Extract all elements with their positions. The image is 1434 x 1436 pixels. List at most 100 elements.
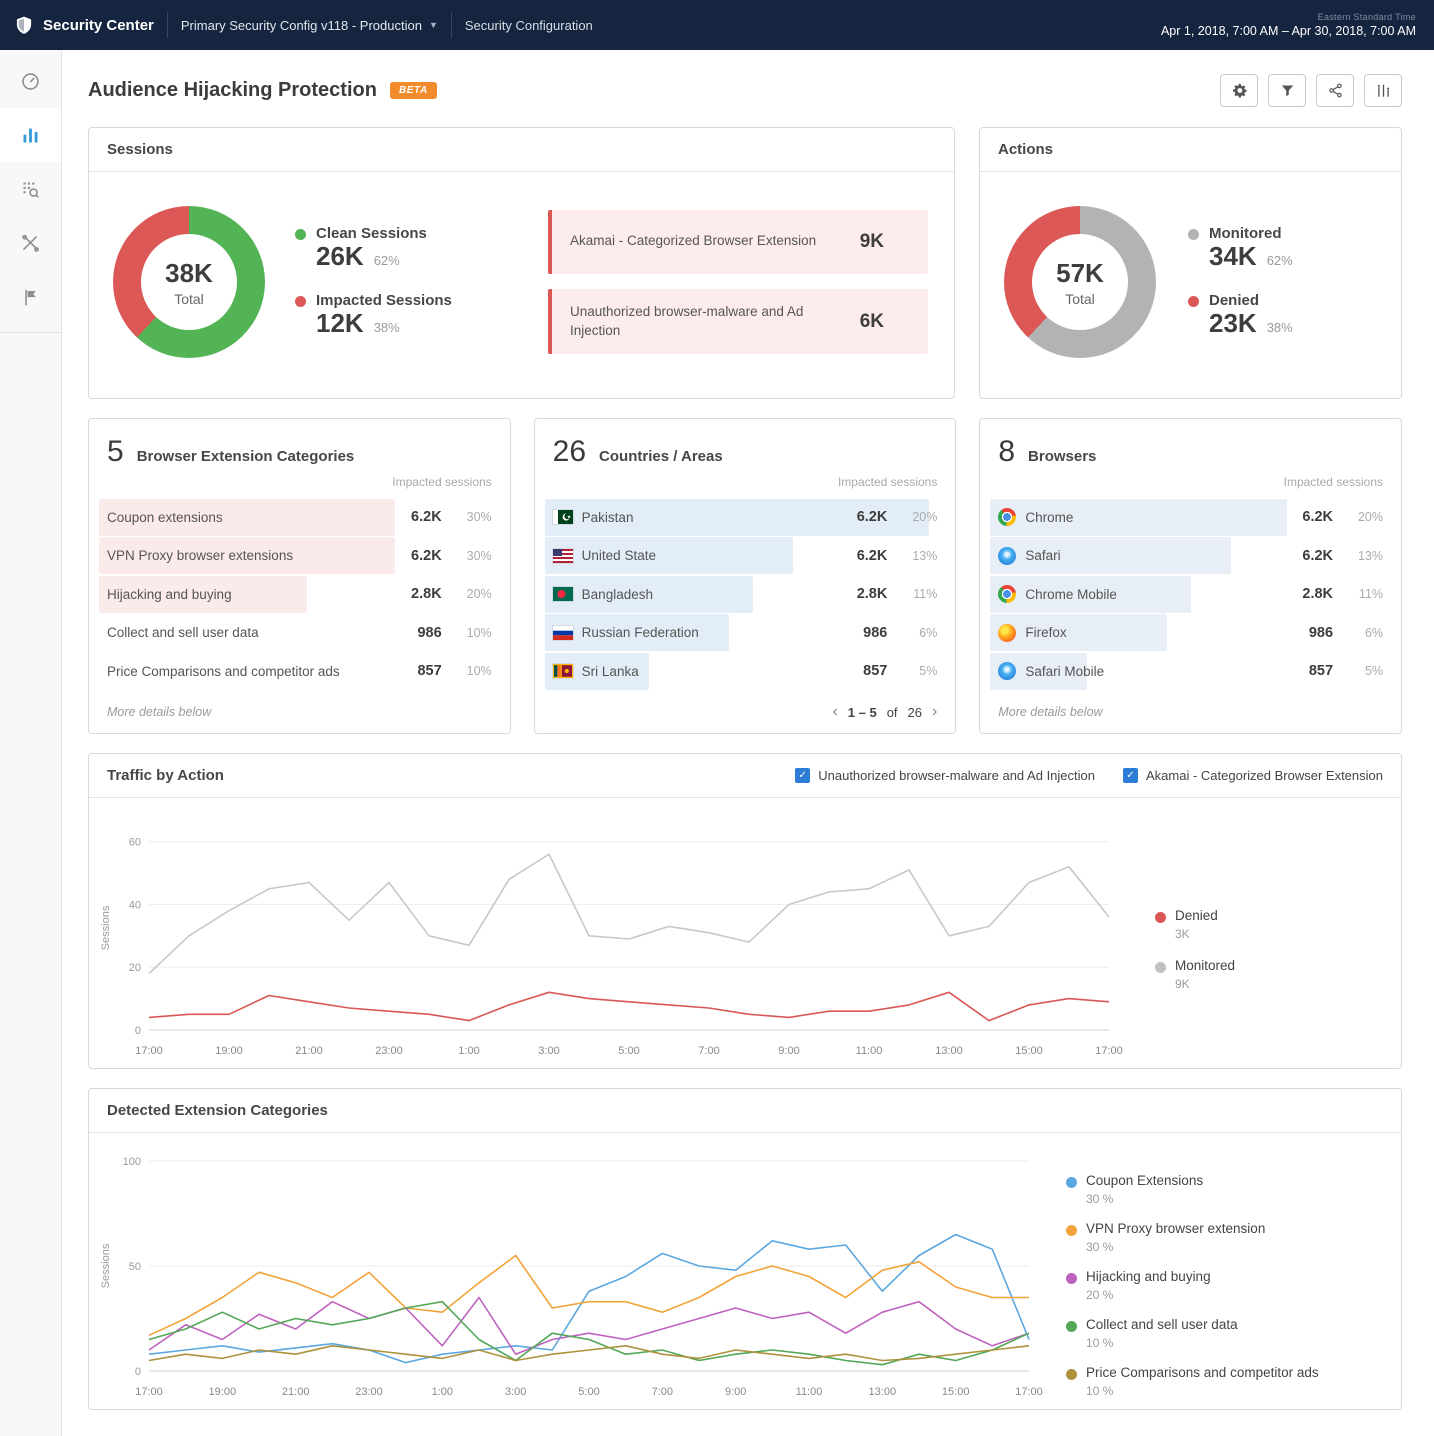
traffic-filter-checkbox[interactable]: ✓Akamai - Categorized Browser Extension [1123, 768, 1383, 783]
pagination: ‹ 1 – 5 of 26 › [535, 691, 956, 733]
row-pct: 11% [1333, 587, 1383, 601]
main-content: Audience Hijacking Protection BETA Sessi… [62, 50, 1434, 1434]
row-label: Safari [1025, 548, 1060, 563]
detected-chart-legend: Coupon Extensions30 % VPN Proxy browser e… [1058, 1147, 1393, 1405]
donut-center: 38K Total [141, 234, 237, 330]
sessions-card-title: Sessions [89, 128, 954, 172]
shield-logo-icon [14, 15, 34, 35]
traffic-filter-checkbox[interactable]: ✓Unauthorized browser-malware and Ad Inj… [795, 768, 1095, 783]
breakdown-box[interactable]: Akamai - Categorized Browser Extension 9… [548, 210, 928, 274]
sidebar-item-dashboard[interactable] [0, 54, 61, 108]
legend-value: 10 % [1086, 1336, 1238, 1350]
app-brand[interactable]: Security Center [14, 15, 154, 35]
category-row[interactable]: Price Comparisons and competitor ads8571… [99, 653, 500, 690]
browsers-title: Browsers [1028, 448, 1096, 465]
chrome-icon [998, 585, 1016, 603]
breakdown-box[interactable]: Unauthorized browser-malware and Ad Inje… [548, 289, 928, 355]
settings-button[interactable] [1220, 74, 1258, 107]
country-row[interactable]: Pakistan6.2K20% [545, 499, 946, 536]
svg-text:5:00: 5:00 [618, 1045, 639, 1057]
svg-text:40: 40 [129, 899, 141, 911]
svg-text:7:00: 7:00 [652, 1386, 673, 1398]
more-details-link[interactable]: More details below [980, 691, 1401, 733]
date-range-label: Apr 1, 2018, 7:00 AM – Apr 30, 2018, 7:0… [1161, 24, 1416, 38]
share-button[interactable] [1316, 74, 1354, 107]
legend-dot [1066, 1369, 1077, 1380]
browser-row[interactable]: Firefox9866% [990, 614, 1391, 651]
date-range-picker[interactable]: Eastern Standard Time Apr 1, 2018, 7:00 … [1161, 12, 1416, 38]
legend-value: 3K [1175, 927, 1218, 941]
legend-item[interactable]: Hijacking and buying20 % [1066, 1269, 1383, 1302]
detected-line-chart[interactable]: 05010017:0019:0021:0023:001:003:005:007:… [97, 1147, 1047, 1405]
country-row[interactable]: Russian Federation9866% [545, 614, 946, 651]
legend-item[interactable]: Price Comparisons and competitor ads10 % [1066, 1365, 1383, 1398]
more-details-link[interactable]: More details below [89, 691, 510, 733]
left-sidebar [0, 50, 62, 1436]
legend-item[interactable]: Collect and sell user data10 % [1066, 1317, 1383, 1350]
browser-row[interactable]: Chrome6.2K20% [990, 499, 1391, 536]
safari-icon [998, 547, 1016, 565]
browser-row[interactable]: Safari Mobile8575% [990, 653, 1391, 690]
config-selector-label: Primary Security Config v118 - Productio… [181, 18, 422, 33]
row-value: 2.8K [390, 586, 442, 602]
breakdown-label: Akamai - Categorized Browser Extension [570, 232, 816, 251]
country-row[interactable]: Bangladesh2.8K11% [545, 576, 946, 613]
sessions-donut-chart[interactable]: 38K Total [113, 206, 265, 358]
legend-label: Price Comparisons and competitor ads [1086, 1365, 1319, 1380]
actions-card: Actions 57K Total Monitored 34K62% [979, 127, 1402, 399]
category-row[interactable]: Collect and sell user data98610% [99, 614, 500, 651]
row-label: Chrome Mobile [1025, 587, 1117, 602]
filter-button[interactable] [1268, 74, 1306, 107]
filter-label: Akamai - Categorized Browser Extension [1146, 768, 1383, 783]
category-row[interactable]: Hijacking and buying2.8K20% [99, 576, 500, 613]
gear-icon [1231, 82, 1248, 99]
legend-item[interactable]: VPN Proxy browser extension30 % [1066, 1221, 1383, 1254]
chart-options-icon [1375, 82, 1392, 99]
svg-text:17:00: 17:00 [135, 1045, 163, 1057]
sidebar-nav-group [0, 54, 61, 333]
sidebar-item-investigate[interactable] [0, 162, 61, 216]
category-row[interactable]: Coupon extensions6.2K30% [99, 499, 500, 536]
country-row[interactable]: United State6.2K13% [545, 537, 946, 574]
legend-dot [1066, 1177, 1077, 1188]
svg-text:Sessions: Sessions [100, 1243, 112, 1288]
svg-text:17:00: 17:00 [1095, 1045, 1123, 1057]
countries-list: Pakistan6.2K20%United State6.2K13%Bangla… [535, 497, 956, 691]
legend-item[interactable]: Monitored9K [1155, 958, 1383, 991]
browser-row[interactable]: Chrome Mobile2.8K11% [990, 576, 1391, 613]
row-label: Bangladesh [582, 587, 653, 602]
pagination-prev-icon[interactable]: ‹ [832, 704, 837, 720]
sidebar-item-flags[interactable] [0, 270, 61, 324]
sidebar-item-reports[interactable] [0, 108, 61, 162]
svg-text:100: 100 [123, 1156, 141, 1168]
svg-text:1:00: 1:00 [458, 1045, 479, 1057]
pagination-next-icon[interactable]: › [932, 704, 937, 720]
country-row[interactable]: Sri Lanka8575% [545, 653, 946, 690]
actions-donut-chart[interactable]: 57K Total [1004, 206, 1156, 358]
column-header: Impacted sessions [89, 469, 510, 497]
legend-item: Denied 23K38% [1188, 292, 1293, 339]
legend-item[interactable]: Coupon Extensions30 % [1066, 1173, 1383, 1206]
sessions-total-label: Total [174, 291, 204, 307]
browser-row[interactable]: Safari6.2K13% [990, 537, 1391, 574]
legend-item[interactable]: Denied3K [1155, 908, 1383, 941]
checkbox-icon: ✓ [795, 768, 810, 783]
filter-icon [1279, 82, 1296, 99]
legend-value: 26K [316, 242, 364, 272]
column-header: Impacted sessions [535, 469, 956, 497]
row-pct: 5% [887, 664, 937, 678]
sidebar-item-tools[interactable] [0, 216, 61, 270]
donut-center: 57K Total [1032, 234, 1128, 330]
top-navbar: Security Center Primary Security Config … [0, 0, 1434, 50]
legend-label: Monitored [1175, 958, 1235, 973]
nav-section-link[interactable]: Security Configuration [465, 18, 593, 33]
row-pct: 6% [1333, 626, 1383, 640]
svg-text:15:00: 15:00 [1015, 1045, 1043, 1057]
categories-count: 5 [107, 435, 124, 469]
svg-text:3:00: 3:00 [505, 1386, 526, 1398]
traffic-line-chart[interactable]: 020406017:0019:0021:0023:001:003:005:007… [97, 812, 1127, 1064]
chart-options-button[interactable] [1364, 74, 1402, 107]
config-selector[interactable]: Primary Security Config v118 - Productio… [181, 18, 438, 33]
row-pct: 10% [442, 664, 492, 678]
category-row[interactable]: VPN Proxy browser extensions6.2K30% [99, 537, 500, 574]
